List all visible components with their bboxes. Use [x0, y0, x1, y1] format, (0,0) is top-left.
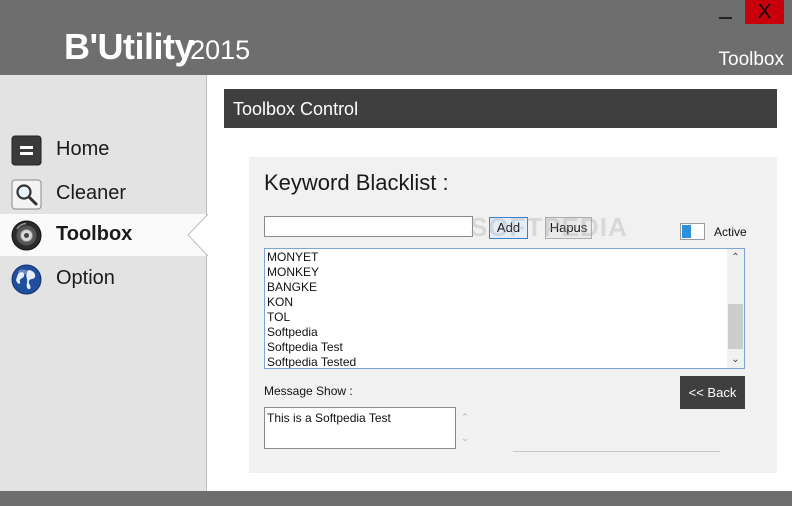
toggle-knob: [682, 225, 691, 238]
sidebar: Home Cleaner Toolbox Option: [0, 75, 208, 491]
sidebar-item-home[interactable]: Home: [0, 129, 206, 171]
sidebar-item-label: Cleaner: [56, 182, 127, 204]
app-title: B'Utility2015: [64, 26, 250, 68]
sidebar-item-toolbox[interactable]: Toolbox: [0, 214, 208, 256]
list-item[interactable]: MONYET: [267, 250, 356, 265]
watermark: SOFTPEDIA: [470, 212, 628, 242]
list-item[interactable]: Softpedia: [267, 325, 356, 340]
list-item[interactable]: Softpedia Tested: [267, 355, 356, 368]
keyword-input[interactable]: [264, 216, 473, 237]
home-icon: [11, 135, 42, 166]
magnifier-icon: [11, 179, 42, 210]
status-bar: [0, 491, 792, 506]
sidebar-item-label: Option: [56, 267, 115, 289]
minimize-button[interactable]: [704, 0, 744, 24]
list-item[interactable]: TOL: [267, 310, 356, 325]
list-scrollbar[interactable]: ⌃ ⌄: [727, 249, 744, 368]
panel-header: Toolbox Control: [224, 89, 777, 128]
panel-header-title: Toolbox Control: [233, 99, 359, 119]
sidebar-item-option[interactable]: Option: [0, 258, 206, 300]
app-title-main: B'Utility: [64, 26, 195, 67]
scroll-down-arrow-icon[interactable]: ⌄: [727, 351, 744, 368]
keyword-list[interactable]: MONYET MONKEY BANGKE KON TOL Softpedia S…: [264, 248, 745, 369]
toolbox-disc-icon: [11, 220, 42, 251]
list-item[interactable]: Softpedia Test: [267, 340, 356, 355]
globe-icon: [11, 264, 42, 295]
divider: [513, 451, 720, 452]
message-label: Message Show :: [264, 384, 353, 398]
message-textbox[interactable]: This is a Softpedia Test: [264, 407, 456, 449]
list-item[interactable]: MONKEY: [267, 265, 356, 280]
active-toggle[interactable]: [680, 223, 705, 240]
scroll-up-arrow-icon[interactable]: ⌃: [457, 407, 473, 428]
back-button[interactable]: << Back: [680, 376, 745, 409]
scroll-up-arrow-icon[interactable]: ⌃: [727, 249, 744, 266]
section-title: Keyword Blacklist :: [264, 170, 449, 195]
active-pointer: [187, 214, 208, 256]
list-item[interactable]: BANGKE: [267, 280, 356, 295]
scroll-thumb[interactable]: [728, 304, 743, 349]
close-button[interactable]: X: [745, 0, 784, 24]
message-scrollbar[interactable]: ⌃ ⌄: [457, 407, 473, 449]
sidebar-item-cleaner[interactable]: Cleaner: [0, 173, 206, 215]
scroll-down-arrow-icon[interactable]: ⌄: [457, 428, 473, 449]
current-section-label: Toolbox: [718, 49, 785, 70]
list-item[interactable]: KON: [267, 295, 356, 310]
active-toggle-label: Active: [714, 225, 747, 239]
app-title-year: 2015: [190, 35, 251, 65]
title-bar: B'Utility2015 Toolbox X: [0, 0, 792, 75]
sidebar-item-label: Toolbox: [56, 223, 133, 245]
sidebar-item-label: Home: [56, 138, 110, 160]
